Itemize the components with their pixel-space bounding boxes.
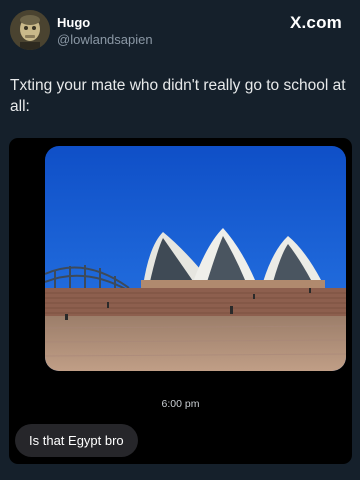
author-handle[interactable]: @lowlandsapien — [57, 32, 153, 47]
message-screenshot: 6:00 pm Is that Egypt bro — [9, 138, 352, 464]
avatar[interactable] — [10, 10, 50, 50]
opera-house-photo[interactable] — [45, 146, 346, 371]
author-name[interactable]: Hugo — [57, 15, 90, 30]
opera-house-image — [45, 146, 346, 371]
tweet-header: Hugo @lowlandsapien X.com — [0, 0, 360, 60]
tweet-text: Txting your mate who didn't really go to… — [10, 77, 346, 115]
x-logo: X.com — [289, 13, 342, 32]
message-timestamp: 6:00 pm — [161, 398, 200, 410]
avatar-portrait-icon — [10, 10, 50, 50]
message-bubble: Is that Egypt bro — [15, 424, 138, 457]
